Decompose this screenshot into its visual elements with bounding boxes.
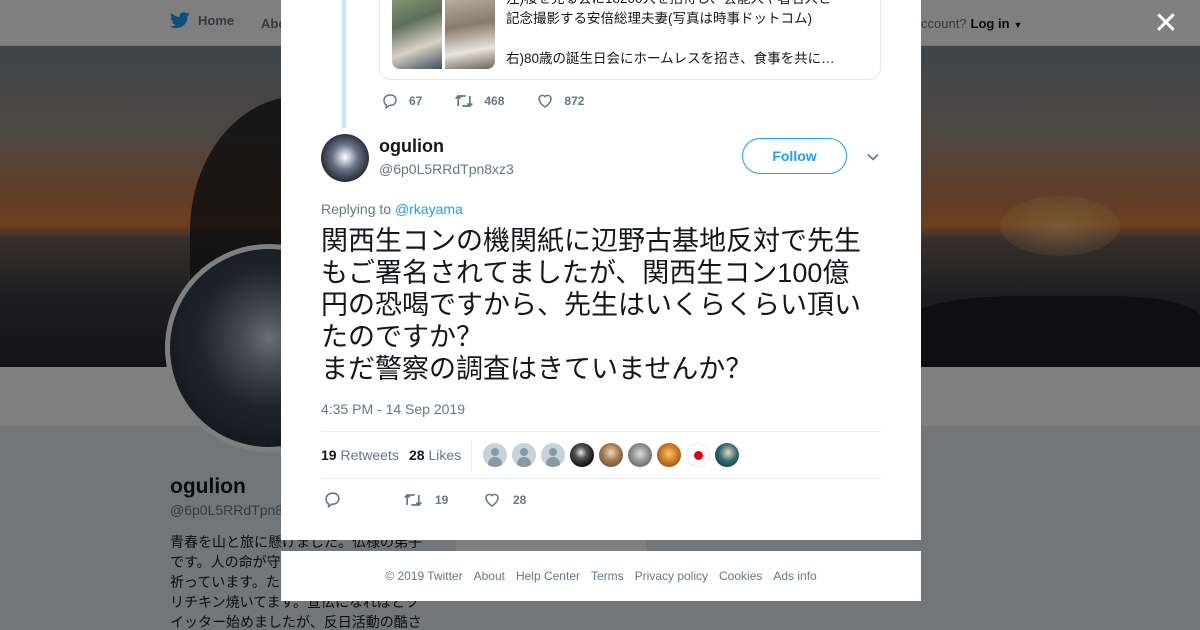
quoted-text: 注)桜を見る会に18200人を招待し、芸能人や著名人と 記念撮影する安倍総理夫妻… [506,0,866,69]
footer-link[interactable]: Privacy policy [635,569,708,583]
liker-avatar[interactable] [657,443,681,467]
quoted-image-right[interactable] [445,0,495,69]
previous-tweet-actions: 67 468 872 [381,92,616,110]
liker-avatars [483,443,739,467]
thread-line [342,0,346,128]
avatar[interactable] [321,134,369,182]
like-button[interactable]: 28 [483,491,526,509]
reply-button[interactable] [323,490,403,509]
quoted-image-left[interactable] [392,0,442,69]
likes-stat[interactable]: 28 Likes [409,447,461,463]
tweet-text-line: まだ警察の調査はきていませんか？ [321,354,753,384]
liker-avatar[interactable] [686,443,710,467]
footer-link[interactable]: Help Center [516,569,580,583]
tweet-actions: 19 28 [323,490,526,509]
footer-link[interactable]: Terms [591,569,624,583]
chevron-down-icon[interactable] [866,150,880,164]
tweet-text-line: たのですか？ [321,322,483,352]
tweet-stats: 19 Retweets 28 Likes [321,431,881,479]
retweet-count: 19 [435,492,449,507]
retweet-icon [455,94,474,108]
liker-avatar[interactable] [715,443,739,467]
liker-avatar[interactable] [628,443,652,467]
follow-button[interactable]: Follow [742,138,847,174]
footer-link[interactable]: About [474,569,505,583]
retweets-stat-label: Retweets [340,447,399,463]
footer: © 2019 Twitter About Help Center Terms Priva… [281,551,921,601]
tweet-header: ogulion @6p0L5RRdTpn8xz3 Follow [321,134,881,184]
footer-link[interactable]: Ads info [773,569,816,583]
liker-avatar[interactable] [483,443,507,467]
quoted-line: 注)桜を見る会に18200人を招待し、芸能人や著名人と [506,0,866,9]
display-name[interactable]: ogulion [379,136,444,157]
like-button[interactable]: 872 [536,92,584,110]
liker-avatar[interactable] [599,443,623,467]
tweet-text-line: もご署名されてましたが、関西生コン100億 [321,258,850,288]
reply-icon [383,94,397,110]
quoted-line: 右)80歳の誕生日会にホームレスを招き、食事を共に… [506,51,835,66]
tweet-text-line: 関西生コンの機関紙に辺野古基地反対で先生 [321,226,861,256]
reply-icon [325,492,340,509]
user-handle[interactable]: @6p0L5RRdTpn8xz3 [379,161,514,177]
quoted-line: 記念撮影する安倍総理夫妻(写真は時事ドットコム) [506,11,812,26]
like-count: 872 [564,94,585,108]
liker-avatar[interactable] [541,443,565,467]
replying-prefix: Replying to [321,201,392,217]
tweet-text-line: 円の恐喝ですから、先生はいくらくらい頂い [321,290,861,320]
footer-link[interactable]: Cookies [719,569,762,583]
retweet-button[interactable]: 468 [454,92,504,110]
stats-divider [471,440,472,472]
close-icon[interactable]: ✕ [1152,9,1180,39]
liker-avatar[interactable] [512,443,536,467]
retweet-button[interactable]: 19 [403,491,483,509]
copyright-text: © 2019 Twitter [385,569,463,583]
replying-to: Replying to @rkayama [321,201,463,217]
retweets-stat-count: 19 [321,447,337,463]
tweet-timestamp[interactable]: 4:35 PM - 14 Sep 2019 [321,401,465,417]
retweets-stat[interactable]: 19 Retweets [321,447,399,463]
quoted-tweet-card[interactable]: 注)桜を見る会に18200人を招待し、芸能人や著名人と 記念撮影する安倍総理夫妻… [379,0,881,80]
retweet-count: 468 [484,94,505,108]
like-count: 28 [513,492,527,507]
tweet-modal: 注)桜を見る会に18200人を招待し、芸能人や著名人と 記念撮影する安倍総理夫妻… [281,0,921,540]
liker-avatar[interactable] [570,443,594,467]
likes-stat-label: Likes [428,447,462,463]
retweet-icon [404,493,422,506]
likes-stat-count: 28 [409,447,425,463]
reply-button[interactable]: 67 [381,92,422,110]
mention-link[interactable]: @rkayama [395,201,463,217]
quoted-media[interactable] [392,0,496,69]
reply-count: 67 [409,94,423,108]
heart-icon [538,94,553,108]
tweet-text: 関西生コンの機関紙に辺野古基地反対で先生 もご署名されてましたが、関西生コン10… [321,225,886,385]
heart-icon [485,493,499,507]
